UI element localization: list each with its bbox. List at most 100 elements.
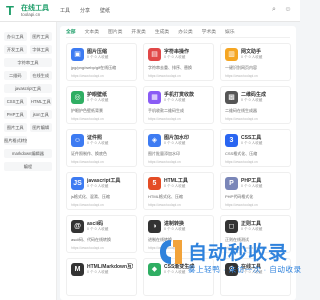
tool-card[interactable]: ▤ 字符串操作 0 个 0 人收藏 字符串去重、排序、替换 https://www.to… [143, 43, 214, 81]
sidebar-item[interactable]: json工具 [29, 110, 52, 119]
tool-title: javascript工具 [87, 178, 121, 184]
tool-title: 正则工具 [241, 221, 262, 227]
tool-card[interactable]: P PHP工具 0 个 0 人收藏 PHP代码格式化 https://www.toola… [220, 172, 291, 210]
sidebar-item[interactable]: 办公工具 [4, 32, 27, 41]
sidebar-grid: 办公工具 图片工具 开发工具 字体工具 字符串工具 二维码 在线生成 javascript工具… [4, 32, 52, 171]
tool-description: CSS格式化、压缩 [225, 151, 258, 156]
tool-card[interactable]: ▩ 二维码生成 0 个 0 人收藏二维码在线生成器 https://www.toola… [220, 86, 291, 124]
tool-meta: 0 个 0 人收藏 [164, 227, 186, 231]
tool-description: 证件照制作、换底色 [71, 151, 107, 156]
tool-icon: M [71, 263, 84, 276]
user-icon[interactable]: ☺ [284, 6, 292, 14]
tool-card[interactable]: ▣ 图片压缩 0 个 0 人收藏 jpg/png/webp/gif在线压缩 https:… [66, 43, 137, 81]
sidebar-item[interactable]: javascript工具 [4, 84, 52, 93]
tool-card[interactable]: ☺ 证件照 0 个 0 人收藏 证件照制作、换底色 https://www.toolap… [66, 129, 137, 167]
sidebar-item[interactable]: CSS工具 [4, 97, 27, 106]
sidebar-item[interactable]: markdown编辑器 [4, 149, 52, 158]
tab-item[interactable]: 娱乐 [225, 28, 235, 35]
tool-title: PHP工具 [241, 178, 262, 184]
tool-icon: ☺ [71, 134, 84, 147]
tool-meta: 0 个 0 人收藏 [164, 141, 186, 145]
sidebar-item[interactable]: 开发工具 [4, 45, 27, 54]
tool-card[interactable]: ▦ 手机打赏收款 0 个 0 人收藏 手机收款二维码生成 https://www.too… [143, 86, 214, 124]
tool-icon: ▩ [225, 91, 238, 104]
tool-meta: 0 个 0 人收藏 [87, 184, 109, 188]
tool-meta: 0 个 0 人收藏 [241, 184, 263, 188]
sidebar-item[interactable]: 图片工具 [29, 32, 52, 41]
tool-url: https://www.toolapi.cn [148, 160, 181, 164]
tool-meta: 0 个 0 人收藏 [241, 55, 263, 59]
logo-mark-icon: T [6, 3, 14, 18]
tool-meta: 0 个 0 人收藏 [241, 141, 263, 145]
tool-icon: ▦ [148, 91, 161, 104]
tab-item[interactable]: 办公类 [178, 28, 192, 35]
tool-url: https://www.toolapi.cn [148, 117, 181, 121]
tool-card[interactable]: 5 HTML工具 0 个 0 人收藏 HTML格式化、压缩 https://www.to… [143, 172, 214, 210]
sidebar-item[interactable]: PHP工具 [4, 110, 27, 119]
tool-title: HTML工具 [164, 178, 188, 184]
tool-icon: ▣ [71, 48, 84, 61]
tool-meta: 0 个 0 人收藏 [241, 98, 263, 102]
tool-icon: ◑ [148, 220, 161, 233]
sidebar-item[interactable]: 在线生成 [29, 71, 52, 80]
sidebar-item[interactable]: 图片格式转换 [4, 136, 27, 145]
tool-icon: JS [71, 177, 84, 190]
tool-url: https://www.toolapi.cn [225, 160, 258, 164]
tool-title: 进制转换 [164, 221, 185, 227]
tool-title: ascii码 [87, 221, 104, 227]
tab-item[interactable]: 图片类 [108, 28, 122, 35]
sidebar: 办公工具 图片工具 开发工具 字体工具 字符串工具 二维码 在线生成 javascript工具… [0, 22, 57, 300]
tool-title: 网文助手 [241, 49, 262, 55]
tool-url: https://www.toolapi.cn [225, 117, 258, 121]
tab-item[interactable]: 学术类 [202, 28, 216, 35]
sidebar-item[interactable]: 字体工具 [29, 45, 52, 54]
watermark-logo-icon [160, 240, 182, 264]
category-tabs: 全部 文本类 图片类 开发类 生成类 办公类 学术类 娱乐 [66, 26, 290, 38]
tool-description: 二维码在线生成器 [225, 108, 257, 113]
sidebar-item[interactable]: HTML工具 [29, 97, 52, 106]
nav-item-wallpaper[interactable]: 壁纸 [100, 7, 110, 17]
sidebar-item[interactable]: 字符串工具 [4, 58, 52, 67]
nav-item-tools[interactable]: 工具 [60, 7, 70, 17]
tool-meta: 0 个 0 人收藏 [164, 55, 186, 59]
tool-card[interactable]: ◈ 图片加水印 0 个 0 人收藏 图片批量添加水印 https://www.toola… [143, 129, 214, 167]
site-logo[interactable]: T 在线工具 toolapi.cn [6, 3, 54, 20]
tool-icon: ▤ [148, 48, 161, 61]
tool-meta: 0 个 0 人收藏 [87, 227, 109, 231]
tool-card[interactable]: JS javascript工具 0 个 0 人收藏 js格式化、混淆、压缩 https:… [66, 172, 137, 210]
tool-meta: 0 个 0 人收藏 [87, 55, 109, 59]
tool-title: 二维码生成 [241, 92, 267, 98]
tool-title: CSS工具 [241, 135, 262, 141]
tool-meta: 0 个 0 人收藏 [87, 141, 109, 145]
tool-icon: ◈ [148, 134, 161, 147]
top-bar: T 在线工具 toolapi.cn 工具 分享 壁纸 ⌕ ☺ [0, 0, 300, 22]
tool-card[interactable]: ◎ 护眼壁纸 0 个 0 人收藏 护眼护色壁纸背景 https://www.toolap… [66, 86, 137, 124]
tool-meta: 0 个 0 人收藏 [164, 98, 186, 102]
tool-description: jpg/png/webp/gif在线压缩 [71, 65, 117, 70]
search-icon[interactable]: ⌕ [270, 6, 278, 14]
tool-card[interactable]: M HTML/Markdown互转 0 个 0 人收藏 [66, 258, 137, 296]
top-nav: 工具 分享 壁纸 [60, 7, 110, 17]
tool-url: https://www.toolapi.cn [148, 74, 181, 78]
tool-card[interactable]: ▥ 网文助手 0 个 0 人收藏 一键识别网页内容 https://www.toolap… [220, 43, 291, 81]
sidebar-item[interactable]: 图片工具 [4, 123, 27, 132]
nav-item-share[interactable]: 分享 [80, 7, 90, 17]
sidebar-item[interactable]: 图片编辑 [29, 123, 52, 132]
top-icons: ⌕ ☺ [270, 6, 292, 14]
tool-description: 字符串去重、排序、替换 [148, 65, 192, 70]
tool-card[interactable]: @ ascii码 0 个 0 人收藏 ascii码、代码在线转换 https://www… [66, 215, 137, 253]
tool-url: https://www.toolapi.cn [71, 117, 104, 121]
tab-item[interactable]: 开发类 [131, 28, 145, 35]
tab-item[interactable]: 生成类 [155, 28, 169, 35]
sidebar-item[interactable]: 二维码 [4, 71, 27, 80]
tool-description: ascii码、代码在线转换 [71, 237, 112, 242]
tool-description: HTML格式化、压缩 [148, 194, 183, 199]
tool-icon: 3 [225, 134, 238, 147]
tool-card[interactable]: 3 CSS工具 0 个 0 人收藏 CSS格式化、压缩 https://www.tool… [220, 129, 291, 167]
tab-item[interactable]: 全部 [66, 28, 76, 35]
tool-icon: @ [71, 220, 84, 233]
sidebar-item[interactable]: 编程 [4, 162, 52, 171]
tool-meta: 0 个 0 人收藏 [164, 184, 186, 188]
tab-item[interactable]: 文本类 [85, 28, 99, 35]
tool-title: 图片压缩 [87, 49, 108, 55]
